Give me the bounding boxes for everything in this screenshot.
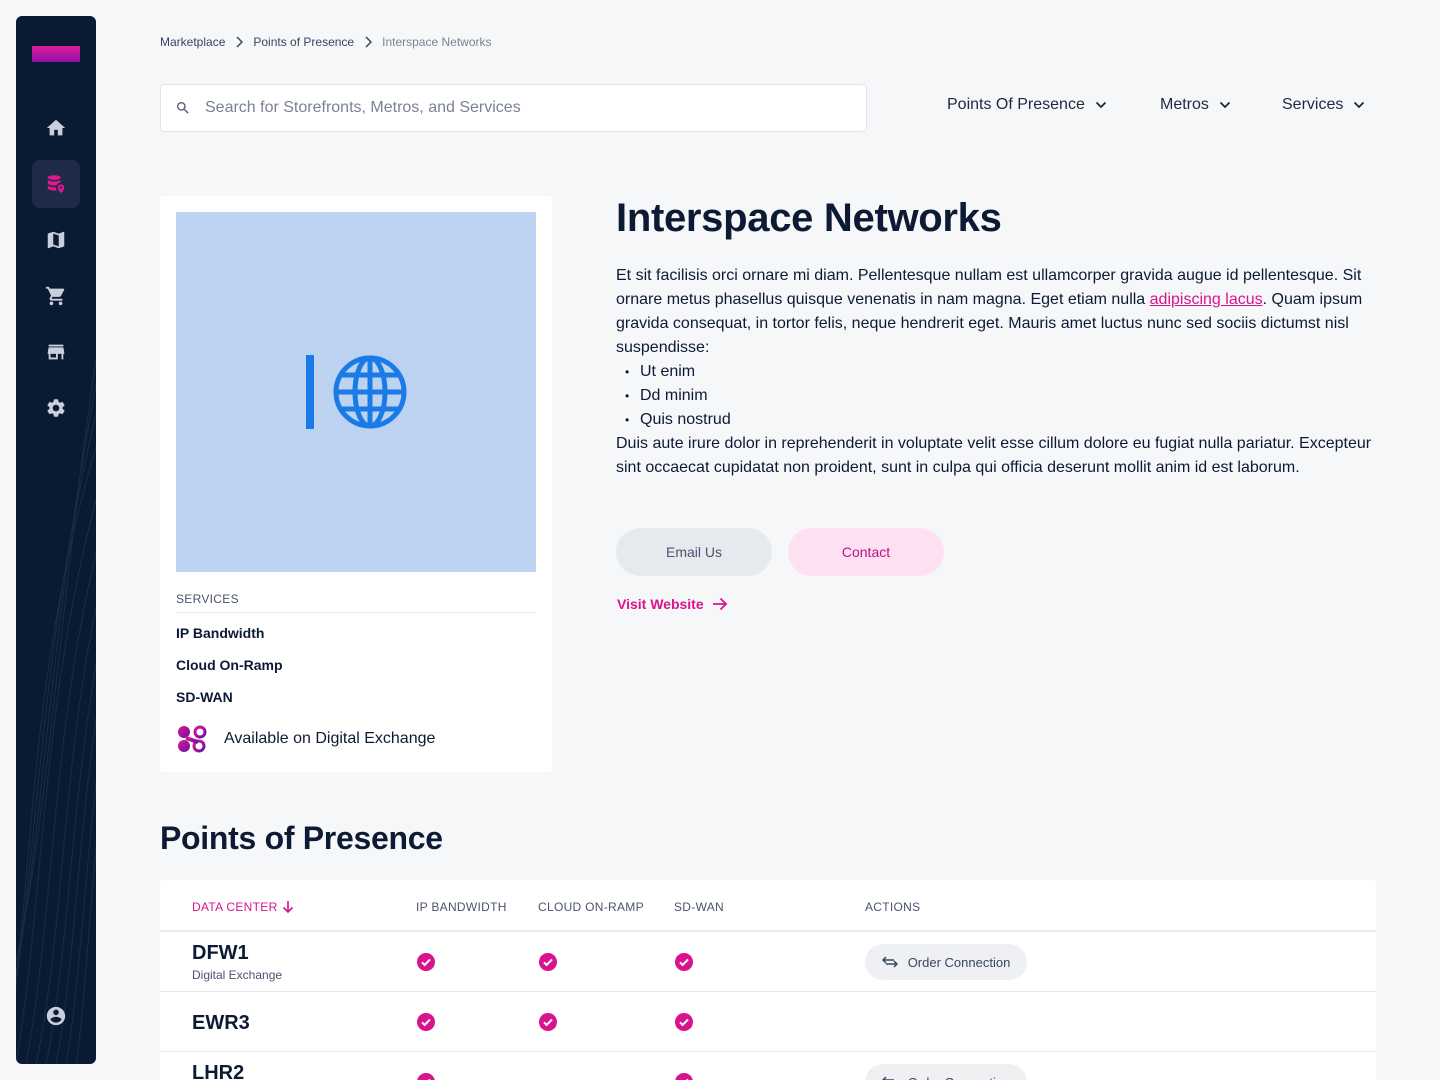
table-row: EWR3 xyxy=(160,992,1376,1052)
digital-exchange-badge: Available on Digital Exchange xyxy=(176,724,435,754)
description-closing: Duis aute irure dolor in reprehenderit i… xyxy=(616,435,1372,476)
arrow-down-icon xyxy=(282,901,293,914)
bullet-item: Ut enim xyxy=(616,360,1376,384)
gear-icon xyxy=(47,399,65,417)
provider-description: Et sit facilisis orci ornare mi diam. Pe… xyxy=(616,264,1376,480)
dropdown-label: Points Of Presence xyxy=(947,96,1085,113)
service-item: Cloud On-Ramp xyxy=(176,657,283,673)
section-title: Points of Presence xyxy=(160,820,443,856)
nav-data-center[interactable] xyxy=(32,160,80,208)
arrow-right-icon xyxy=(712,597,727,611)
dropdown-label: Metros xyxy=(1160,96,1209,113)
breadcrumb: Marketplace Points of Presence Interspac… xyxy=(160,35,492,49)
visit-website-link[interactable]: Visit Website xyxy=(617,596,728,612)
check-circle-icon xyxy=(539,1013,557,1031)
digital-exchange-label: Available on Digital Exchange xyxy=(224,730,436,747)
provider-title: Interspace Networks xyxy=(616,196,1002,240)
data-center-name: EWR3 xyxy=(192,1012,250,1034)
pop-table: DATA CENTER IP BANDWIDTH CLOUD ON-RAMP S… xyxy=(160,880,1376,1080)
breadcrumb-marketplace[interactable]: Marketplace xyxy=(160,35,225,49)
store-icon xyxy=(47,344,65,360)
chevron-right-icon xyxy=(364,36,373,48)
column-header-actions: ACTIONS xyxy=(865,900,921,914)
chevron-down-icon xyxy=(1219,101,1231,109)
map-icon xyxy=(47,231,65,249)
chevron-down-icon xyxy=(1095,101,1106,109)
check-circle-icon xyxy=(417,953,435,971)
email-us-button[interactable]: Email Us xyxy=(616,528,772,576)
service-item: IP Bandwidth xyxy=(176,625,265,641)
dropdown-metros[interactable]: Metros xyxy=(1160,96,1231,114)
order-connection-button[interactable]: Order Connection xyxy=(865,944,1027,980)
dropdown-services[interactable]: Services xyxy=(1282,96,1365,114)
home-icon xyxy=(46,119,66,136)
visit-website-label: Visit Website xyxy=(617,596,704,612)
chevron-right-icon xyxy=(235,36,244,48)
description-bullets: Ut enim Dd minim Quis nostrud xyxy=(616,360,1376,432)
swap-arrows-icon xyxy=(881,1076,894,1080)
globe-logo-icon xyxy=(306,355,407,429)
check-circle-icon xyxy=(675,1013,693,1031)
contact-button[interactable]: Contact xyxy=(788,528,944,576)
nav-settings[interactable] xyxy=(32,384,80,432)
dropdown-label: Services xyxy=(1282,96,1344,113)
database-location-icon xyxy=(47,175,65,194)
table-row: DFW1 Digital Exchange Order Connection xyxy=(160,932,1376,992)
bullet-item: Dd minim xyxy=(616,384,1376,408)
nav-cart[interactable] xyxy=(32,272,80,320)
search-bar[interactable] xyxy=(160,84,867,132)
description-paragraph: Et sit facilisis orci ornare mi diam. Pe… xyxy=(616,264,1376,360)
check-circle-icon xyxy=(539,953,557,971)
data-center-name: LHR2 xyxy=(192,1062,245,1080)
table-row: LHR2 Order Connection xyxy=(160,1052,1376,1080)
account-circle-icon xyxy=(46,1006,66,1026)
column-header-sd-wan[interactable]: SD-WAN xyxy=(674,900,724,914)
bullet-item: Quis nostrud xyxy=(616,408,1376,432)
provider-logo-image xyxy=(176,212,536,572)
column-header-ip-bandwidth[interactable]: IP BANDWIDTH xyxy=(416,900,507,914)
swap-arrows-icon xyxy=(881,956,898,968)
check-circle-icon xyxy=(417,1073,435,1080)
provider-card: SERVICES IP Bandwidth Cloud On-Ramp SD-W… xyxy=(160,196,552,772)
search-input[interactable] xyxy=(205,99,825,117)
nav-map[interactable] xyxy=(32,216,80,264)
nav-storefront[interactable] xyxy=(32,328,80,376)
digital-exchange-icon xyxy=(178,725,207,753)
nav-account[interactable] xyxy=(32,992,80,1040)
cart-icon xyxy=(45,286,65,306)
search-icon xyxy=(177,102,189,114)
description-link[interactable]: adipiscing lacus xyxy=(1150,291,1263,308)
order-connection-button[interactable]: Order Connection xyxy=(865,1064,1027,1080)
services-heading: SERVICES xyxy=(176,592,536,613)
order-connection-label: Order Connection xyxy=(907,954,1011,970)
chevron-down-icon xyxy=(1354,101,1365,109)
column-header-data-center[interactable]: DATA CENTER xyxy=(192,900,294,914)
check-circle-icon xyxy=(675,953,693,971)
sidebar xyxy=(16,16,96,1064)
nav-home[interactable] xyxy=(32,104,80,152)
dropdown-points-of-presence[interactable]: Points Of Presence xyxy=(947,96,1107,114)
data-center-subtitle: Digital Exchange xyxy=(192,968,283,982)
service-item: SD-WAN xyxy=(176,689,233,705)
check-circle-icon xyxy=(417,1013,435,1031)
check-circle-icon xyxy=(675,1073,693,1080)
breadcrumb-points-of-presence[interactable]: Points of Presence xyxy=(253,35,354,49)
column-header-label: DATA CENTER xyxy=(192,900,278,914)
order-connection-label: Order Connection xyxy=(908,1075,1011,1080)
brand-logo[interactable] xyxy=(32,46,80,62)
column-header-cloud-on-ramp[interactable]: CLOUD ON-RAMP xyxy=(538,900,644,914)
data-center-name: DFW1 xyxy=(192,942,249,964)
breadcrumb-current: Interspace Networks xyxy=(382,35,492,49)
